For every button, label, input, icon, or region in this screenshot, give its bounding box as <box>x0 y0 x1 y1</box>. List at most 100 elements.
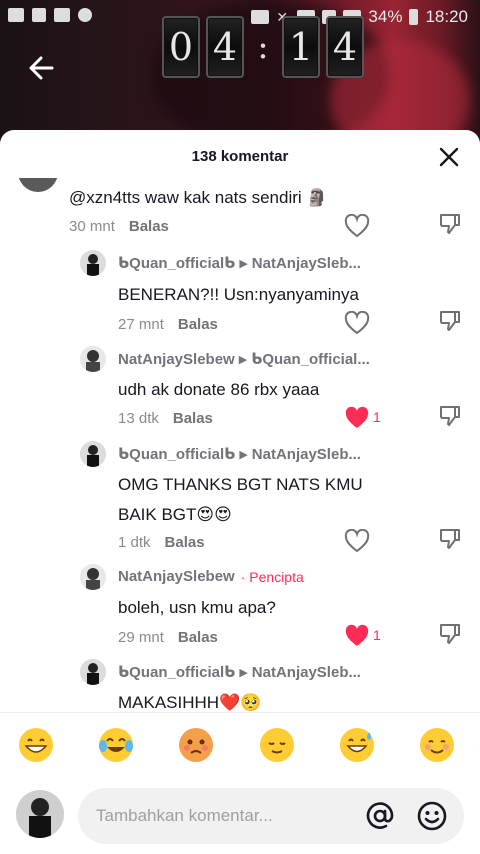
creator-badge: · Pencipta <box>240 568 304 585</box>
sweat-smile-emoji-icon[interactable] <box>338 726 376 764</box>
avatar[interactable] <box>18 178 58 192</box>
dislike-button[interactable] <box>438 404 464 430</box>
clock: 18:20 <box>425 7 468 26</box>
heart-filled-icon <box>345 624 369 646</box>
comment-username[interactable]: ᑲQuan_officialᑲ ▶ NatAnjaySleb... <box>118 445 361 464</box>
reply-arrow-icon: ▶ <box>239 666 248 679</box>
comment-time: 1 dtk <box>118 534 151 551</box>
comments-sheet: 138 komentar @xzn4tts waw kak nats sendi… <box>0 130 480 854</box>
smiling-emoji-icon[interactable] <box>418 726 456 764</box>
heart-outline-icon <box>344 311 370 335</box>
comment-list[interactable]: @xzn4tts waw kak nats sendiri 🗿 30 mnt B… <box>0 178 480 714</box>
comment-username[interactable]: ᑲQuan_officialᑲ ▶ NatAnjaySleb... <box>118 254 361 273</box>
image-icon <box>32 8 46 22</box>
thumbs-down-icon <box>440 529 460 549</box>
reply-button[interactable]: Balas <box>129 218 169 235</box>
back-button[interactable] <box>24 50 60 86</box>
comment-username[interactable]: NatAnjaySlebew ▶ ᑲQuan_official... <box>118 350 370 369</box>
video-call-icon <box>8 8 24 22</box>
comment-text-line: BAIK BGT😍😍 <box>118 505 232 524</box>
comment-text: @xzn4tts waw kak nats sendiri 🗿 <box>69 188 328 207</box>
like-count: 1 <box>373 409 381 425</box>
username: ᑲQuan_officialᑲ <box>118 255 236 272</box>
dislike-button[interactable] <box>438 527 464 553</box>
comment-meta: 27 mnt Balas <box>118 316 218 333</box>
notification-icon <box>78 8 92 22</box>
thumbs-down-icon <box>440 624 460 644</box>
reply-button[interactable]: Balas <box>178 316 218 333</box>
thumbs-down-icon <box>440 214 460 234</box>
smiley-icon <box>417 801 447 831</box>
avatar[interactable] <box>80 250 106 276</box>
reply-to-username: ᑲQuan_official... <box>251 351 370 368</box>
comment-meta: 13 dtk Balas <box>118 410 213 427</box>
like-button[interactable] <box>344 622 374 650</box>
timer-digit: 4 <box>326 16 364 78</box>
comment-username[interactable]: ᑲQuan_officialᑲ ▶ NatAnjaySleb... <box>118 663 361 682</box>
comment-text-line: OMG THANKS BGT NATS KMU <box>118 475 363 494</box>
like-button[interactable] <box>344 404 374 432</box>
avatar[interactable] <box>80 659 106 685</box>
comment-text: BENERAN?!! Usn:nyanyaminya <box>118 285 359 304</box>
emoji-picker-button[interactable] <box>416 800 448 832</box>
my-avatar[interactable] <box>16 790 64 838</box>
timer-digit: 0 <box>162 16 200 78</box>
timer-digit: 1 <box>282 16 320 78</box>
comment-username[interactable]: NatAnjaySlebew · Pencipta <box>118 568 304 585</box>
timer-digit: 4 <box>206 16 244 78</box>
comment-time: 29 mnt <box>118 629 164 646</box>
pouting-emoji-icon[interactable] <box>177 726 215 764</box>
username: ᑲQuan_officialᑲ <box>118 664 236 681</box>
divider <box>0 712 480 713</box>
heart-outline-icon <box>344 214 370 238</box>
like-button[interactable] <box>344 309 374 337</box>
joy-emoji-icon[interactable] <box>97 726 135 764</box>
comment-composer <box>78 788 464 844</box>
thumbs-down-icon <box>440 311 460 331</box>
avatar[interactable] <box>80 441 106 467</box>
comment-text: boleh, usn kmu apa? <box>118 598 276 617</box>
dislike-button[interactable] <box>438 309 464 335</box>
comment-input[interactable] <box>96 802 366 830</box>
creator-badge-label: Pencipta <box>249 568 304 585</box>
like-count: 1 <box>373 627 381 643</box>
avatar[interactable] <box>80 564 106 590</box>
avatar[interactable] <box>80 346 106 372</box>
reply-arrow-icon: ▶ <box>239 257 248 270</box>
emoji-quick-bar <box>0 726 480 776</box>
grinning-emoji-icon[interactable] <box>17 726 55 764</box>
mention-button[interactable] <box>364 800 396 832</box>
close-icon <box>439 147 459 167</box>
like-button[interactable] <box>344 527 374 555</box>
username: NatAnjaySlebew <box>118 568 235 585</box>
comment-meta: 29 mnt Balas <box>118 629 218 646</box>
like-button[interactable] <box>344 212 374 240</box>
dislike-button[interactable] <box>438 622 464 648</box>
reply-arrow-icon: ▶ <box>239 448 248 461</box>
comment-time: 27 mnt <box>118 316 164 333</box>
username: ᑲQuan_officialᑲ <box>118 446 236 463</box>
comment-time: 13 dtk <box>118 410 159 427</box>
close-button[interactable] <box>436 144 462 170</box>
comment-text: udh ak donate 86 rbx yaaa <box>118 380 320 399</box>
video-timer: 0 4 : 1 4 <box>162 14 364 80</box>
battery-percent: 34% <box>368 7 403 26</box>
reply-button[interactable]: Balas <box>178 629 218 646</box>
heart-filled-icon <box>345 406 369 428</box>
battery-icon <box>409 9 419 25</box>
dislike-button[interactable] <box>438 212 464 238</box>
reply-to-username: NatAnjaySleb... <box>251 663 361 681</box>
at-sign-icon <box>366 802 394 829</box>
timer-colon: : <box>257 27 269 67</box>
comment-meta: 1 dtk Balas <box>118 534 205 551</box>
comment-text: MAKASIHHH❤️🥺 <box>118 693 262 712</box>
reply-button[interactable]: Balas <box>173 410 213 427</box>
username: NatAnjaySlebew <box>118 350 235 368</box>
arrow-left-icon <box>29 56 54 80</box>
relieved-emoji-icon[interactable] <box>258 726 296 764</box>
sheet-header: 138 komentar <box>0 130 480 184</box>
reply-button[interactable]: Balas <box>165 534 205 551</box>
comments-count-title: 138 komentar <box>191 148 289 165</box>
thumbs-down-icon <box>440 406 460 426</box>
heart-outline-icon <box>344 529 370 553</box>
